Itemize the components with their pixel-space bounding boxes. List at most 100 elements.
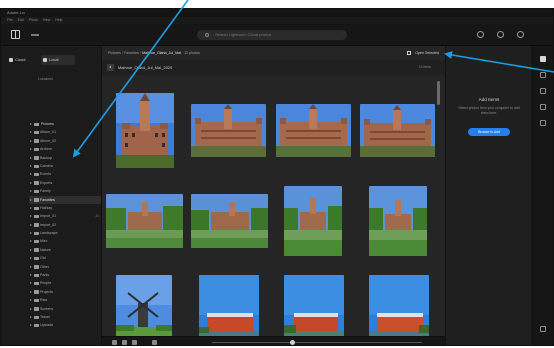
- thumbnail-size-slider[interactable]: [212, 342, 422, 343]
- photo-windmill[interactable]: [116, 275, 172, 336]
- tree-folder-item[interactable]: Misc: [29, 237, 101, 245]
- photo-castle-park-2[interactable]: [191, 194, 268, 248]
- account-icon[interactable]: [517, 31, 524, 38]
- tree-folder-item[interactable]: Family: [29, 187, 101, 195]
- brush-icon[interactable]: [540, 120, 546, 126]
- tree-folder-item[interactable]: Raw: [29, 296, 101, 304]
- chevron-right-icon[interactable]: [30, 215, 32, 218]
- chevron-right-icon[interactable]: [30, 131, 32, 134]
- tree-folder-item[interactable]: Events: [29, 170, 101, 178]
- chevron-right-icon[interactable]: [30, 274, 32, 277]
- photo-red-building-1[interactable]: [199, 275, 259, 336]
- chevron-right-icon[interactable]: [30, 248, 32, 251]
- photo-castle-park-3[interactable]: [284, 186, 342, 256]
- tree-folder-item[interactable]: Travel: [29, 313, 101, 321]
- tree-folder-item[interactable]: Landscape: [29, 229, 101, 237]
- menu-file[interactable]: File: [7, 18, 13, 22]
- tree-folder-item[interactable]: People: [29, 279, 101, 287]
- tree-item-label: Family: [40, 189, 51, 194]
- tree-folder-item[interactable]: Archive: [29, 145, 101, 153]
- chevron-right-icon[interactable]: [30, 257, 32, 260]
- menu-photo[interactable]: Photo: [29, 18, 38, 22]
- chevron-right-icon[interactable]: [30, 173, 32, 176]
- crop-icon[interactable]: [540, 88, 546, 94]
- chevron-right-icon[interactable]: [30, 282, 32, 285]
- edit-icon[interactable]: [540, 72, 546, 78]
- tab-local[interactable]: Local: [41, 55, 75, 65]
- tab-cloud[interactable]: Cloud: [7, 55, 39, 65]
- back-arrow-icon[interactable]: [107, 64, 114, 71]
- panel-toggle-icon[interactable]: [11, 30, 20, 39]
- menu-edit[interactable]: Edit: [18, 18, 24, 22]
- square-grid-icon[interactable]: [122, 340, 127, 345]
- cloud-sync-icon[interactable]: [477, 31, 484, 38]
- photo-castle-wide-1[interactable]: [191, 104, 266, 157]
- chevron-right-icon[interactable]: [30, 148, 32, 151]
- tree-item-label: Pictures: [41, 122, 54, 126]
- photo-castle-park-4[interactable]: [369, 186, 427, 256]
- search-input[interactable]: Search Lightroom Cloud photos: [197, 30, 347, 40]
- help-icon[interactable]: [497, 31, 504, 38]
- chevron-right-icon[interactable]: [30, 299, 32, 302]
- tree-item-label: Other: [40, 264, 49, 269]
- tree-folder-item[interactable]: Import_01 24: [29, 212, 101, 220]
- chevron-right-icon[interactable]: [30, 190, 32, 193]
- chevron-right-icon[interactable]: [30, 265, 32, 268]
- chevron-right-icon[interactable]: [30, 156, 32, 159]
- minimize-icon[interactable]: [31, 34, 39, 36]
- chevron-right-icon[interactable]: [30, 206, 32, 209]
- chevron-right-icon[interactable]: [30, 232, 32, 235]
- chevron-right-icon[interactable]: [30, 307, 32, 310]
- detail-view-icon[interactable]: [132, 340, 137, 345]
- tree-folder-item[interactable]: Nature: [29, 246, 101, 254]
- menu-view[interactable]: View: [43, 18, 51, 22]
- photo-castle-park-1[interactable]: [106, 194, 183, 248]
- breadcrumb-item[interactable]: Favorites: [124, 51, 139, 55]
- breadcrumb-item[interactable]: Pictures: [108, 51, 121, 55]
- chevron-right-icon[interactable]: [30, 181, 32, 184]
- tree-folder-item[interactable]: Exports: [29, 179, 101, 187]
- chevron-right-icon[interactable]: [30, 198, 32, 201]
- menu-help[interactable]: Help: [55, 18, 62, 22]
- photo-castle-wide-3[interactable]: [360, 104, 435, 157]
- tree-folder-item[interactable]: Album_02: [29, 137, 101, 145]
- chevron-right-icon[interactable]: [30, 139, 32, 142]
- tree-folder-item[interactable]: Holiday: [29, 204, 101, 212]
- grid-view-icon[interactable]: [112, 340, 117, 345]
- tree-folder-item[interactable]: Import_02: [29, 221, 101, 229]
- tree-folder-item[interactable]: Album_01: [29, 128, 101, 136]
- browse-to-add-button[interactable]: Browse to Add: [468, 128, 510, 136]
- right-tool-rail: [531, 46, 553, 345]
- open-icon: [407, 51, 412, 55]
- chevron-right-icon[interactable]: [30, 240, 32, 243]
- tree-folder-item[interactable]: Parks: [29, 271, 101, 279]
- chevron-right-icon[interactable]: [30, 164, 32, 167]
- photo-red-building-2[interactable]: [284, 275, 344, 336]
- tree-root-item[interactable]: Pictures: [29, 120, 101, 128]
- tree-folder-item[interactable]: Old: [29, 254, 101, 262]
- photo-red-building-3[interactable]: [369, 275, 429, 336]
- heal-icon[interactable]: [540, 104, 546, 110]
- slider-handle[interactable]: [290, 340, 295, 345]
- tree-folder-item[interactable]: Backup: [29, 154, 101, 162]
- add-photos-icon[interactable]: [540, 56, 546, 62]
- folder-icon: [34, 265, 39, 269]
- settings-icon[interactable]: [540, 326, 546, 332]
- chevron-right-icon[interactable]: [30, 324, 32, 327]
- tree-folder-item[interactable]: Projects: [29, 288, 101, 296]
- tree-folder-item[interactable]: Other: [29, 263, 101, 271]
- photo-castle-wide-2[interactable]: [276, 104, 351, 157]
- tree-folder-item[interactable]: Uploads: [29, 321, 101, 329]
- sort-icon[interactable]: [152, 340, 157, 345]
- chevron-right-icon[interactable]: [30, 315, 32, 318]
- cloud-icon: [9, 58, 13, 62]
- tree-folder-item[interactable]: Camera: [29, 162, 101, 170]
- chevron-right-icon[interactable]: [30, 290, 32, 293]
- photo-castle-tower[interactable]: [116, 93, 174, 168]
- grid-scrollbar[interactable]: [437, 81, 440, 105]
- tree-folder-item[interactable]: Favorites: [29, 195, 101, 204]
- open-selected-button[interactable]: Open Selected: [407, 49, 439, 57]
- chevron-right-icon[interactable]: [30, 123, 32, 125]
- tree-folder-item[interactable]: Screens: [29, 305, 101, 313]
- chevron-right-icon[interactable]: [30, 223, 32, 226]
